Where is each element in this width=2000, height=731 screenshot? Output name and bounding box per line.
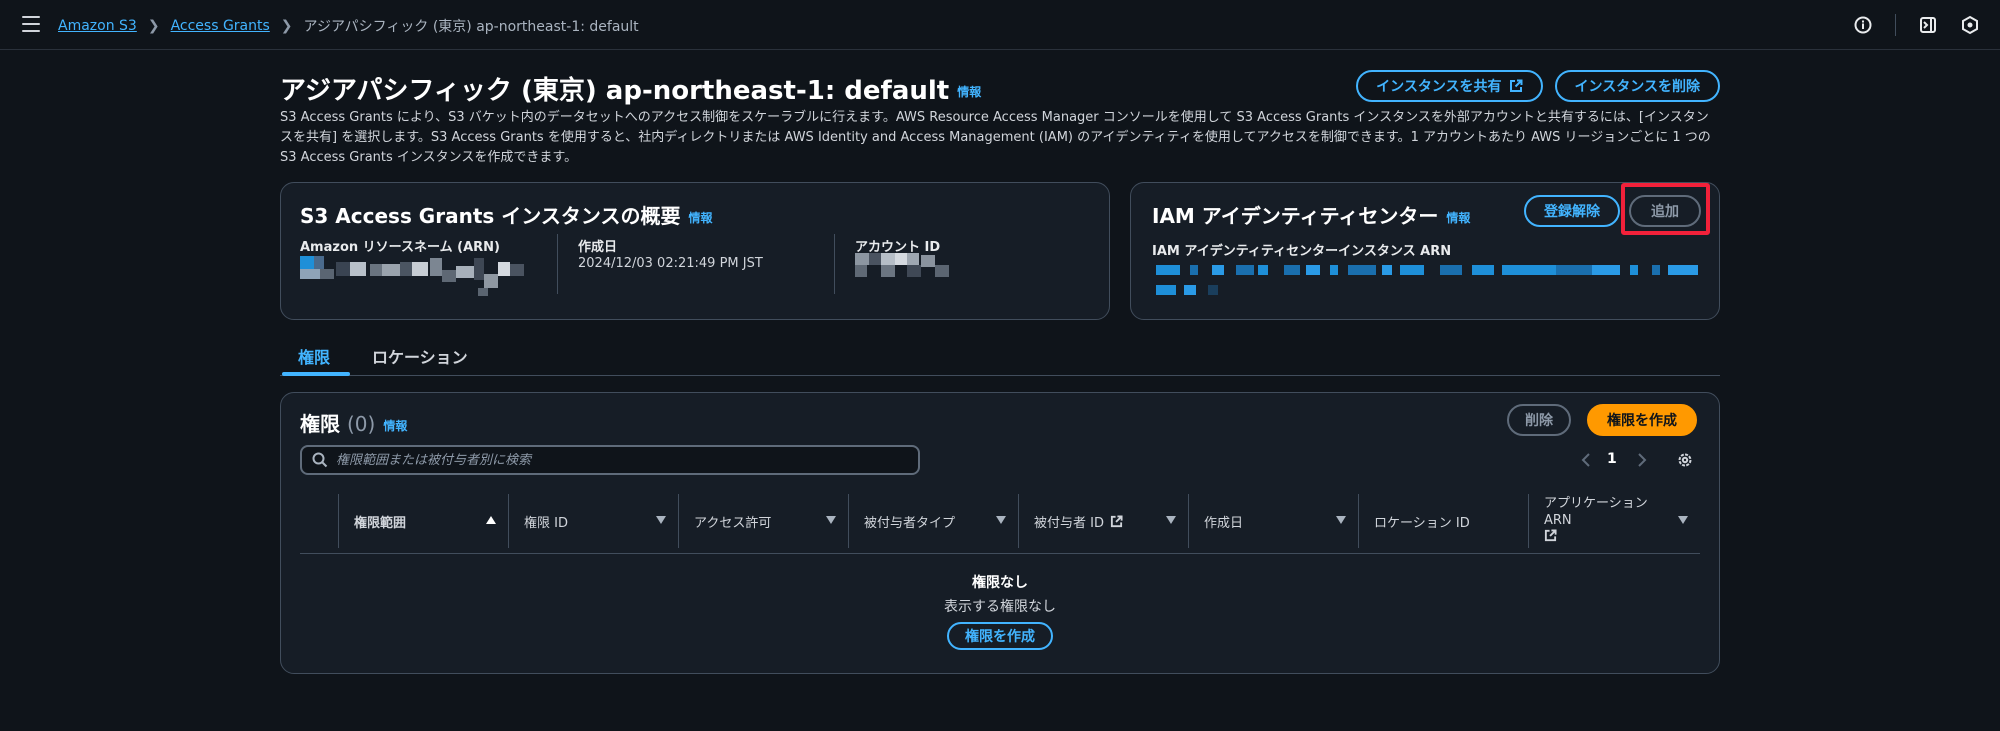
sort-icon[interactable] [656, 516, 666, 524]
top-navigation-bar: Amazon S3 ❯ Access Grants ❯ アジアパシフィック (東… [0, 0, 2000, 50]
chevron-right-icon: ❯ [147, 18, 160, 34]
page-title: アジアパシフィック (東京) ap-northeast-1: default 情報 [280, 70, 981, 107]
overview-info-link[interactable]: 情報 [688, 211, 712, 225]
breadcrumb-access-grants[interactable]: Access Grants [171, 18, 270, 34]
sort-icon[interactable] [1678, 516, 1688, 524]
pagination: 1 [1580, 448, 1720, 472]
page-number[interactable]: 1 [1607, 451, 1617, 467]
grants-table-header: 権限範囲 権限 ID アクセス許可 被付与者タイプ 被付与者 ID 作成日 ロケ… [300, 488, 1700, 554]
top-toolbar [1853, 14, 1980, 36]
grants-info-link[interactable]: 情報 [383, 419, 407, 433]
page-description: S3 Access Grants により、S3 バケット内のデータセットへのアク… [280, 110, 1711, 165]
delete-instance-button[interactable]: インスタンスを削除 [1554, 70, 1720, 102]
column-header-location-id[interactable]: ロケーション ID [1358, 488, 1528, 554]
app-arn-line-1: アプリケーション [1544, 496, 1648, 511]
sort-icon[interactable] [826, 516, 836, 524]
created-label: 作成日 [578, 240, 618, 255]
menu-icon[interactable] [22, 16, 40, 32]
app-arn-line-2: ARN [1544, 513, 1572, 528]
tab-grants[interactable]: 権限 [298, 344, 330, 368]
column-header-scope[interactable]: 権限範囲 [338, 488, 508, 554]
toolbar-divider [1895, 14, 1896, 36]
grants-search [300, 445, 920, 475]
empty-create-grant-button[interactable]: 権限を作成 [947, 622, 1053, 650]
share-instance-label: インスタンスを共有 [1376, 79, 1502, 95]
panel-icon[interactable] [1918, 15, 1938, 35]
settings-badge-icon[interactable] [1960, 15, 1980, 35]
identity-center-info-link[interactable]: 情報 [1446, 211, 1470, 225]
header-actions: インスタンスを共有 インスタンスを削除 [1356, 70, 1720, 102]
chevron-left-icon[interactable] [1580, 452, 1592, 468]
breadcrumb-amazon-s3[interactable]: Amazon S3 [58, 18, 137, 34]
highlight-box [1621, 183, 1710, 235]
overview-divider-2 [834, 234, 835, 294]
column-header-grantee-id[interactable]: 被付与者 ID [1018, 488, 1188, 554]
grants-count: (0) [346, 412, 376, 436]
breadcrumb-current: アジアパシフィック (東京) ap-northeast-1: default [303, 19, 639, 35]
column-header-permission[interactable]: アクセス許可 [678, 488, 848, 554]
delete-grant-button[interactable]: 削除 [1507, 404, 1571, 436]
identity-center-arn-redacted [1156, 265, 1706, 299]
account-id-redacted [855, 253, 955, 277]
sort-icon[interactable] [1166, 516, 1176, 524]
empty-state-subtitle: 表示する権限なし [944, 599, 1056, 615]
grants-title: 権限 (0) 情報 [300, 408, 407, 437]
gear-icon[interactable] [1676, 451, 1694, 469]
grants-search-input[interactable] [336, 452, 896, 468]
arn-value-redacted [300, 256, 534, 296]
page-title-text: アジアパシフィック (東京) ap-northeast-1: default [280, 76, 950, 106]
overview-title-text: S3 Access Grants インスタンスの概要 [300, 204, 681, 228]
external-link-icon [1110, 514, 1123, 527]
chevron-right-icon[interactable] [1636, 452, 1648, 468]
tab-locations[interactable]: ロケーション [372, 344, 468, 368]
sort-icon[interactable] [996, 516, 1006, 524]
share-instance-button[interactable]: インスタンスを共有 [1356, 70, 1543, 102]
column-header-grantee-type[interactable]: 被付与者タイプ [848, 488, 1018, 554]
external-link-icon [1509, 79, 1523, 92]
overview-divider-1 [557, 234, 558, 294]
identity-center-title: IAM アイデンティティセンター 情報 [1152, 200, 1470, 229]
arn-label: Amazon リソースネーム (ARN) [300, 240, 500, 255]
column-header-created[interactable]: 作成日 [1188, 488, 1358, 554]
create-grant-button[interactable]: 権限を作成 [1587, 404, 1697, 436]
empty-state-title: 権限なし [972, 575, 1028, 591]
created-value: 2024/12/03 02:21:49 PM JST [578, 256, 763, 271]
tab-list: 権限 ロケーション [280, 340, 1720, 376]
deregister-button[interactable]: 登録解除 [1524, 195, 1620, 227]
tab-active-indicator [282, 372, 350, 376]
sort-icon[interactable] [1336, 516, 1346, 524]
grants-title-text: 権限 [300, 412, 340, 436]
breadcrumb: Amazon S3 ❯ Access Grants ❯ アジアパシフィック (東… [58, 16, 639, 36]
identity-center-title-text: IAM アイデンティティセンター [1152, 204, 1439, 228]
external-link-icon [1544, 529, 1557, 542]
column-header-grant-id[interactable]: 権限 ID [508, 488, 678, 554]
info-circle-icon[interactable] [1853, 15, 1873, 35]
search-icon [312, 452, 328, 468]
column-header-app-arn[interactable]: アプリケーション ARN [1528, 488, 1700, 554]
overview-title: S3 Access Grants インスタンスの概要 情報 [300, 200, 712, 229]
sort-asc-icon[interactable] [486, 516, 496, 524]
page-info-link[interactable]: 情報 [957, 85, 981, 99]
chevron-right-icon: ❯ [280, 18, 293, 34]
identity-center-arn-label: IAM アイデンティティセンターインスタンス ARN [1152, 244, 1452, 259]
